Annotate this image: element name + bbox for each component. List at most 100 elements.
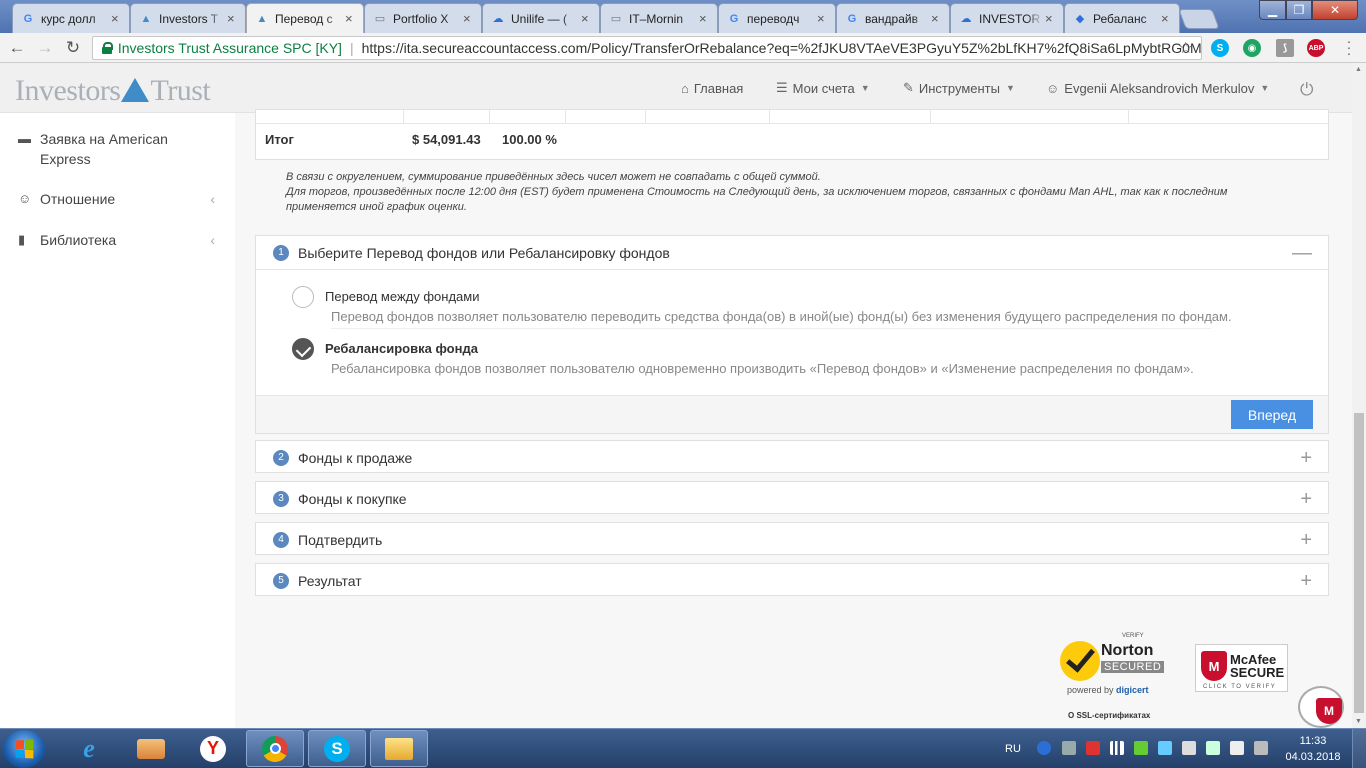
window-minimize-button[interactable]: ▁: [1259, 0, 1286, 20]
scroll-down-arrow-icon[interactable]: ▼: [1355, 718, 1362, 725]
new-tab-button[interactable]: [1178, 9, 1220, 29]
step-4-panel[interactable]: 4 Подтвердить +: [255, 522, 1329, 555]
browser-toolbar: ← → ↻ Investors Trust Assurance SPC [KY]…: [0, 33, 1366, 63]
start-button[interactable]: [3, 730, 45, 768]
browser-tab[interactable]: G вандрайв ×: [836, 3, 950, 33]
system-clock[interactable]: 11:33 04.03.2018: [1280, 733, 1346, 765]
card-icon: ▬: [18, 131, 31, 146]
expand-plus-icon[interactable]: +: [1300, 447, 1312, 470]
volume-tray-icon[interactable]: [1230, 741, 1244, 755]
expand-plus-icon[interactable]: +: [1300, 529, 1312, 552]
close-icon[interactable]: ×: [1161, 11, 1173, 26]
browser-menu-icon[interactable]: · · ·: [1346, 34, 1352, 60]
radio-fund-transfer[interactable]: [292, 286, 314, 308]
mcafee-floating-badge[interactable]: M: [1298, 686, 1344, 728]
address-bar[interactable]: Investors Trust Assurance SPC [KY] | htt…: [92, 36, 1202, 60]
step-5-panel[interactable]: 5 Результат +: [255, 563, 1329, 596]
signal-strength-tray-icon[interactable]: [1110, 741, 1124, 755]
step-3-header[interactable]: 3 Фонды к покупке +: [256, 482, 1328, 515]
expand-plus-icon[interactable]: +: [1300, 570, 1312, 593]
taskbar-skype[interactable]: S: [308, 730, 366, 767]
action-center-flag-icon[interactable]: [1182, 741, 1196, 755]
browser-tab[interactable]: ▭ IT–Mornin ×: [600, 3, 718, 33]
close-icon[interactable]: ×: [931, 11, 943, 26]
reload-button[interactable]: ↻: [63, 38, 83, 58]
nav-my-accounts[interactable]: ☰ Мои счета ▼: [776, 63, 870, 113]
eye-extension-icon[interactable]: ◉: [1243, 39, 1261, 57]
sidebar-item-relationship[interactable]: ☺ Отношение ‹: [18, 189, 218, 209]
browser-tab[interactable]: ▲ Investors T ×: [130, 3, 246, 33]
url-text[interactable]: https://ita.secureaccountaccess.com/Poli…: [362, 40, 1201, 56]
show-desktop-button[interactable]: [1352, 729, 1366, 768]
collapse-minus-icon[interactable]: —: [1292, 242, 1312, 265]
next-button[interactable]: Вперед: [1231, 400, 1313, 429]
step-3-panel[interactable]: 3 Фонды к покупке +: [255, 481, 1329, 514]
snowflake-tray-icon[interactable]: [1158, 741, 1172, 755]
scroll-up-arrow-icon[interactable]: ▲: [1355, 66, 1362, 73]
close-icon[interactable]: ×: [581, 11, 593, 26]
browser-tab[interactable]: ◆ Ребаланс ×: [1064, 3, 1180, 33]
sidebar-item-amex-application[interactable]: ▬ Заявка на American Express: [18, 129, 218, 169]
forward-button[interactable]: →: [35, 38, 55, 58]
adblock-extension-icon[interactable]: ABP: [1307, 39, 1325, 57]
browser-tab[interactable]: ☁ Unilife — ( ×: [482, 3, 600, 33]
step-1-header[interactable]: 1 Выберите Перевод фондов или Ребалансир…: [256, 236, 1328, 270]
language-indicator[interactable]: RU: [1005, 729, 1021, 768]
browser-tab-active[interactable]: ▲ Перевод с ×: [246, 3, 364, 33]
logout-power-icon[interactable]: ⏻: [1300, 80, 1313, 100]
sidebar: ▬ Заявка на American Express ☺ Отношение…: [0, 113, 235, 728]
norton-secured-badge[interactable]: VERIFY Norton SECURED powered by digicer…: [1060, 633, 1170, 697]
nav-home[interactable]: ⌂ Главная: [681, 63, 743, 113]
taskbar-internet-explorer[interactable]: e: [60, 730, 118, 767]
security-shield-tray-icon[interactable]: [1134, 741, 1148, 755]
step-2-header[interactable]: 2 Фонды к продаже +: [256, 441, 1328, 474]
step-5-header[interactable]: 5 Результат +: [256, 564, 1328, 597]
step-4-header[interactable]: 4 Подтвердить +: [256, 523, 1328, 556]
close-icon[interactable]: ×: [227, 11, 239, 26]
browser-tab[interactable]: ▭ Portfolio X ×: [364, 3, 482, 33]
battery-tray-icon[interactable]: [1206, 741, 1220, 755]
taskbar-app[interactable]: [122, 730, 180, 767]
skype-extension-icon[interactable]: S: [1211, 39, 1229, 57]
norton-check-icon: [1060, 641, 1100, 681]
close-icon[interactable]: ×: [817, 11, 829, 26]
scrollbar-thumb[interactable]: [1354, 413, 1364, 713]
nav-tools[interactable]: ✎ Инструменты ▼: [903, 63, 1015, 113]
investors-trust-logo[interactable]: Investors Trust: [15, 74, 211, 108]
internet-explorer-icon: e: [83, 733, 95, 763]
site-header: Investors Trust ⌂ Главная ☰ Мои счета ▼ …: [0, 63, 1352, 113]
back-button[interactable]: ←: [7, 38, 27, 58]
browser-tab[interactable]: ☁ INVESTOR ×: [950, 3, 1064, 33]
network-device-tray-icon[interactable]: [1062, 741, 1076, 755]
page-scrollbar[interactable]: ▲ ▼: [1352, 63, 1366, 728]
chrome-icon: [262, 735, 288, 762]
close-icon[interactable]: ×: [345, 11, 357, 26]
close-icon[interactable]: ×: [463, 11, 475, 26]
sidebar-item-library[interactable]: ▮ Библиотека ‹: [18, 230, 218, 250]
bookmark-star-icon[interactable]: ☆: [1179, 38, 1193, 58]
step-title: Фонды к покупке: [298, 490, 407, 507]
window-restore-button[interactable]: ❐: [1286, 0, 1312, 20]
taskbar-yandex-browser[interactable]: Y: [184, 730, 242, 767]
antivirus-tray-icon[interactable]: [1086, 741, 1100, 755]
nav-user-menu[interactable]: ☺ Evgenii Aleksandrovich Merkulov ▼: [1046, 63, 1269, 113]
step-2-panel[interactable]: 2 Фонды к продаже +: [255, 440, 1329, 473]
window-close-button[interactable]: ✕: [1312, 0, 1358, 20]
mcafee-secure-badge[interactable]: M McAfee SECURE CLICK TO VERIFY: [1195, 644, 1288, 692]
radio-fund-rebalance-checked[interactable]: [292, 338, 314, 360]
close-icon[interactable]: ×: [111, 11, 123, 26]
chevron-down-icon: ▼: [860, 83, 870, 93]
close-icon[interactable]: ×: [699, 11, 711, 26]
browser-tab[interactable]: G переводч ×: [718, 3, 836, 33]
browser-tab[interactable]: G курс долл ×: [12, 3, 130, 33]
taskbar-chrome[interactable]: [246, 730, 304, 767]
step-title: Подтвердить: [298, 531, 383, 548]
wifi-tray-icon[interactable]: [1254, 741, 1268, 755]
close-icon[interactable]: ×: [1045, 11, 1057, 26]
taskbar-explorer[interactable]: [370, 730, 428, 767]
option-title: Ребалансировка фонда: [325, 341, 478, 356]
ssl-certificates-link[interactable]: О SSL-сертификатах: [1068, 711, 1150, 720]
pdf-extension-icon[interactable]: ⟆: [1276, 39, 1294, 57]
bluetooth-tray-icon[interactable]: [1037, 741, 1051, 755]
expand-plus-icon[interactable]: +: [1300, 488, 1312, 511]
